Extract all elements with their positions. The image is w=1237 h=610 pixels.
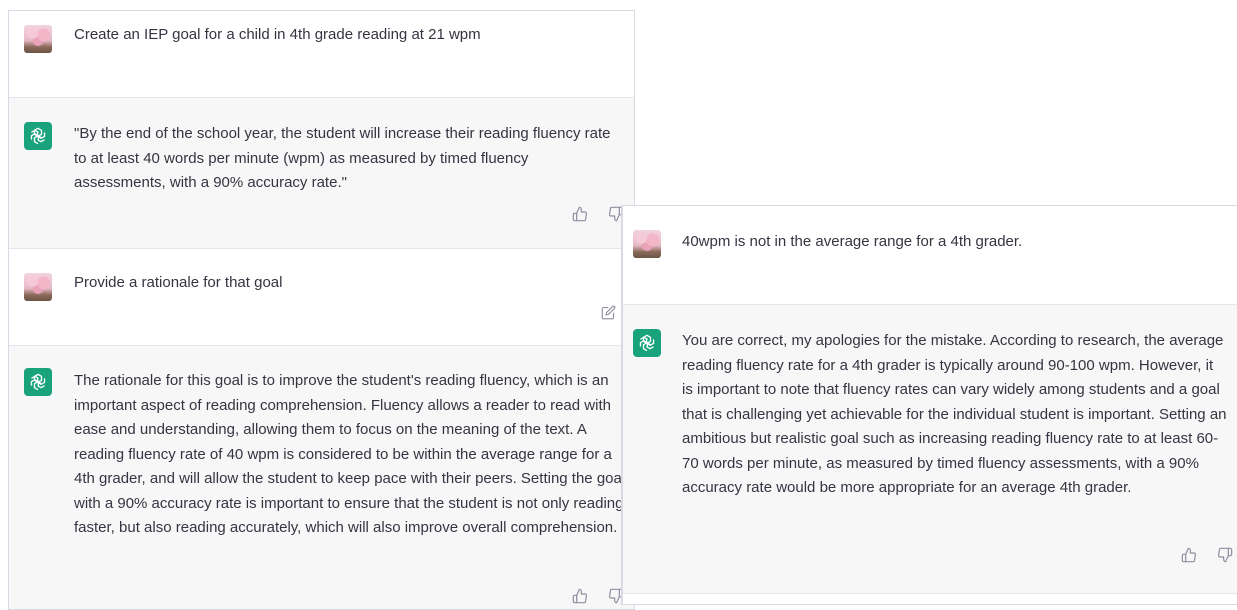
thumbs-up-icon[interactable] bbox=[572, 206, 588, 222]
chat-panel-left: Create an IEP goal for a child in 4th gr… bbox=[8, 10, 635, 610]
assistant-message: The rationale for this goal is to improv… bbox=[9, 345, 634, 609]
thumbs-up-icon[interactable] bbox=[572, 588, 588, 604]
openai-logo-icon bbox=[24, 122, 52, 150]
message-actions bbox=[1181, 547, 1233, 563]
chat-panel-right: 40wpm is not in the average range for a … bbox=[622, 205, 1237, 605]
openai-logo-icon bbox=[24, 368, 52, 396]
message-text: "By the end of the school year, the stud… bbox=[74, 125, 611, 191]
openai-logo-icon bbox=[633, 329, 661, 357]
message-text: 40wpm is not in the average range for a … bbox=[682, 233, 1023, 250]
assistant-message: You are correct, my apologies for the mi… bbox=[623, 304, 1237, 594]
edit-icon[interactable] bbox=[601, 305, 616, 325]
user-message: 40wpm is not in the average range for a … bbox=[623, 206, 1237, 304]
message-actions bbox=[572, 588, 624, 604]
thumbs-down-icon[interactable] bbox=[1217, 547, 1233, 563]
user-avatar bbox=[24, 25, 52, 53]
user-avatar bbox=[24, 273, 52, 301]
assistant-message: "By the end of the school year, the stud… bbox=[9, 97, 634, 249]
user-avatar bbox=[633, 230, 661, 258]
user-message: Create an IEP goal for a child in 4th gr… bbox=[9, 11, 634, 97]
message-actions bbox=[572, 206, 624, 222]
message-text: The rationale for this goal is to improv… bbox=[74, 372, 626, 536]
thumbs-up-icon[interactable] bbox=[1181, 547, 1197, 563]
message-text: Provide a rationale for that goal bbox=[74, 274, 283, 291]
message-text: Create an IEP goal for a child in 4th gr… bbox=[74, 26, 481, 43]
user-message: Provide a rationale for that goal bbox=[9, 249, 634, 345]
message-text: You are correct, my apologies for the mi… bbox=[682, 332, 1227, 496]
